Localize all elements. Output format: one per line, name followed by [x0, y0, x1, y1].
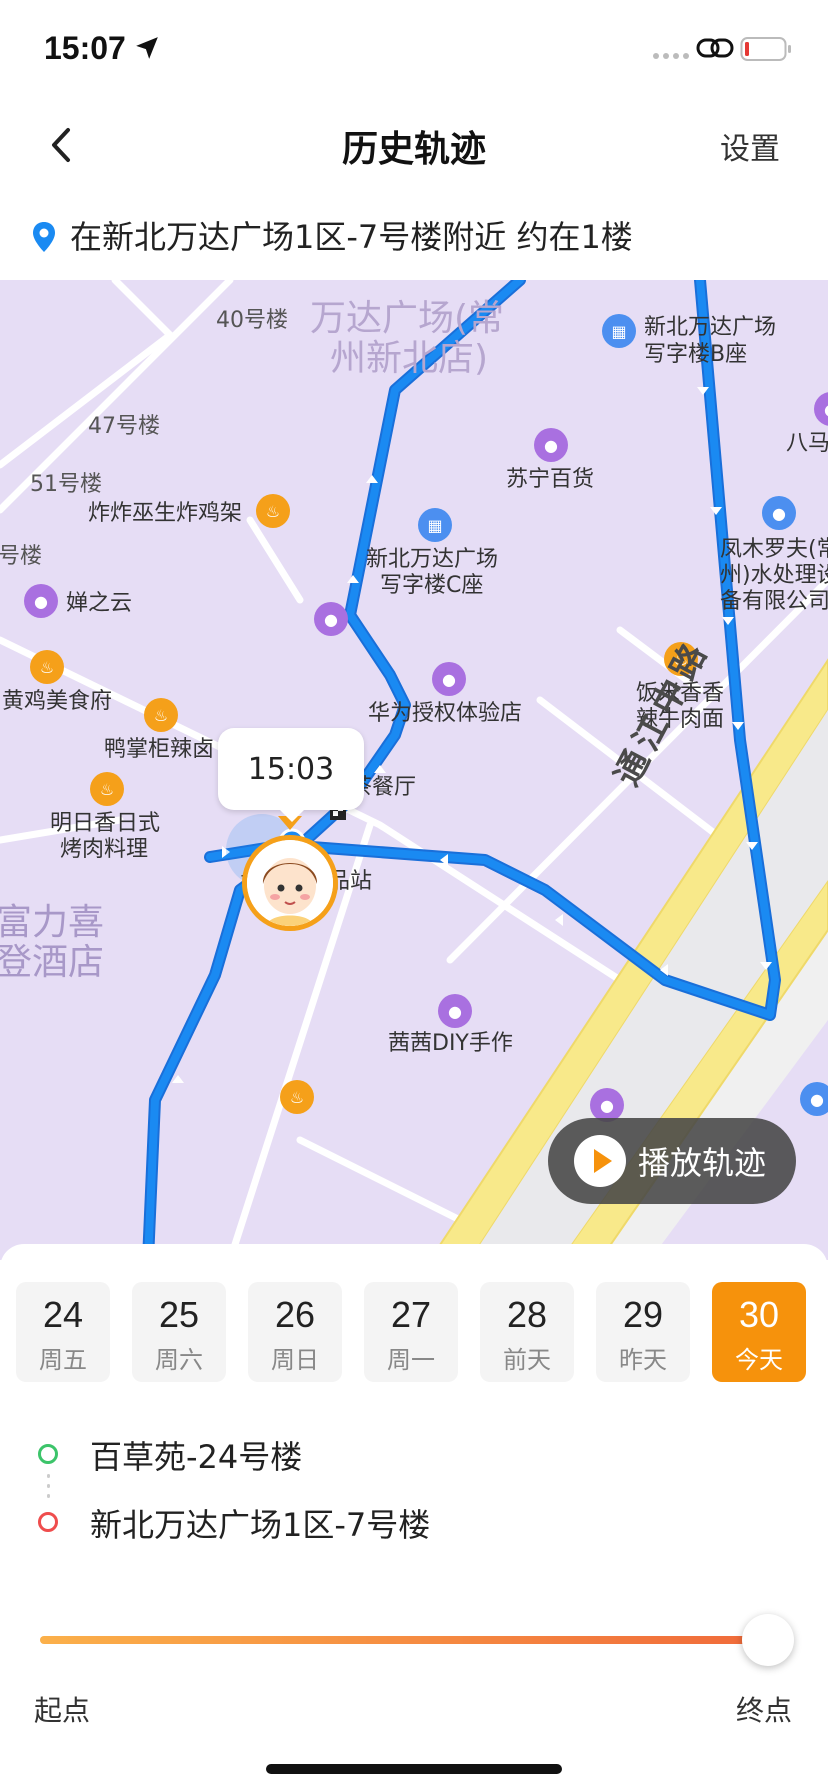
page-title: 历史轨迹	[341, 129, 486, 170]
map-label: 鸭掌柜辣卤	[104, 737, 215, 762]
noodle-icon[interactable]: ♨	[30, 650, 64, 684]
location-pin-icon	[33, 222, 55, 252]
location-text: 在新北万达广场1区-7号楼附近 约在1楼	[70, 218, 633, 256]
map-label: 47号楼	[88, 414, 160, 439]
play-track-button[interactable]: 播放轨迹	[548, 1118, 796, 1204]
end-point-icon	[38, 1512, 58, 1532]
settings-button[interactable]: 设置	[720, 124, 780, 168]
route-connector	[47, 1474, 50, 1478]
play-track-label: 播放轨迹	[638, 1144, 767, 1182]
date-tab[interactable]: 29 昨天	[596, 1282, 690, 1382]
map-view[interactable]: 40号楼 万达广场(常 州新北店) 47号楼 51号楼 号楼 ▦ 新北万达广场 …	[0, 280, 828, 1260]
date-weekday: 周六	[155, 1346, 203, 1374]
date-day: 28	[506, 1294, 548, 1335]
date-weekday: 周日	[271, 1346, 319, 1374]
office-icon[interactable]: ▦	[602, 314, 636, 348]
route-summary: 百草苑-24号楼 新北万达广场1区-7号楼	[38, 1424, 798, 1584]
date-weekday: 昨天	[619, 1346, 667, 1374]
route-connector	[47, 1494, 50, 1498]
start-point-icon	[38, 1444, 58, 1464]
status-time: 15:07	[44, 30, 126, 66]
slider-start-label: 起点	[34, 1694, 91, 1727]
map-label: 苏宁百货	[506, 467, 595, 492]
signal-icon	[653, 53, 689, 59]
play-icon	[574, 1135, 626, 1187]
time-bubble: 15:03	[218, 728, 364, 822]
restaurant-icon[interactable]: ♨	[280, 1080, 314, 1114]
slider-track[interactable]	[40, 1636, 790, 1644]
craft-shop-icon[interactable]: ●	[438, 994, 472, 1028]
date-tab[interactable]: 26 周日	[248, 1282, 342, 1382]
date-day: 26	[274, 1294, 316, 1335]
map-label: 40号楼	[216, 308, 288, 333]
date-day: 27	[390, 1294, 432, 1335]
date-weekday: 周五	[39, 1346, 87, 1374]
date-tab-active[interactable]: 30 今天	[712, 1282, 806, 1382]
date-day: 25	[158, 1294, 200, 1335]
date-tab[interactable]: 25 周六	[132, 1282, 226, 1382]
current-location: 在新北万达广场1区-7号楼附近 约在1楼	[0, 200, 828, 278]
office-icon[interactable]: ▦	[418, 508, 452, 542]
map-label: 明日香日式	[50, 811, 161, 836]
user-avatar[interactable]	[242, 835, 338, 931]
map-label: 八马	[786, 431, 828, 456]
battery-icon	[740, 37, 791, 61]
date-selector: 24 周五 25 周六 26 周日 27 周一 28 前天 29 昨天 30 今…	[16, 1282, 816, 1384]
slider-thumb[interactable]	[741, 1614, 794, 1666]
map-label: 新北万达广场	[366, 547, 499, 572]
date-day: 30	[738, 1294, 780, 1335]
shop-cart-icon[interactable]: ●	[314, 602, 348, 636]
date-tab[interactable]: 24 周五	[16, 1282, 110, 1382]
route-end: 新北万达广场1区-7号楼	[90, 1506, 431, 1544]
location-arrow-icon	[136, 37, 158, 59]
track-panel: 24 周五 25 周六 26 周日 27 周一 28 前天 29 昨天 30 今…	[0, 1244, 828, 1792]
shop-icon[interactable]: ●	[590, 1088, 624, 1122]
restaurant-icon[interactable]: ♨	[256, 494, 290, 528]
map-label: 茜茜DIY手作	[388, 1031, 513, 1056]
map-label: 婵之云	[66, 591, 133, 616]
map-label: 51号楼	[30, 472, 102, 497]
map-label: 登酒店	[0, 942, 105, 983]
map-label: 凤木罗夫(常	[720, 537, 828, 562]
map-label: 备有限公司	[720, 589, 828, 614]
link-icon	[696, 38, 734, 58]
map-label: 州新北店)	[330, 338, 489, 379]
nav-header: 历史轨迹 设置	[0, 100, 828, 190]
map-label: 新北万达广场	[644, 315, 777, 340]
shop-bag-icon[interactable]: ●	[534, 428, 568, 462]
slider-end-label: 终点	[735, 1694, 792, 1727]
map-label: 写字楼C座	[380, 573, 484, 598]
date-weekday: 今天	[735, 1346, 783, 1374]
map-label: 炸炸巫生炸鸡架	[88, 501, 243, 526]
map-label: 烤肉料理	[60, 837, 149, 862]
track-progress-slider[interactable]	[40, 1612, 794, 1672]
date-tab[interactable]: 27 周一	[364, 1282, 458, 1382]
date-weekday: 前天	[503, 1346, 551, 1374]
store-icon[interactable]: ●	[432, 662, 466, 696]
map-label: 黄鸡美食府	[2, 689, 113, 714]
restaurant-icon[interactable]: ♨	[144, 698, 178, 732]
shop-cart-icon[interactable]: ●	[24, 584, 58, 618]
date-tab[interactable]: 28 前天	[480, 1282, 574, 1382]
date-day: 24	[42, 1294, 84, 1335]
map-label: 州)水处理设	[720, 563, 828, 588]
home-indicator	[266, 1764, 562, 1774]
avatar-face-icon	[247, 840, 333, 926]
route-connector	[47, 1484, 50, 1488]
map-label: 号楼	[0, 544, 43, 569]
place-icon[interactable]: ●	[762, 496, 796, 530]
map-label: 万达广场(常	[310, 298, 505, 339]
status-bar: 15:07	[0, 0, 828, 100]
date-day: 29	[622, 1294, 664, 1335]
route-start: 百草苑-24号楼	[90, 1438, 303, 1476]
date-weekday: 周一	[387, 1346, 435, 1374]
map-label: 富力喜	[0, 902, 105, 943]
slider-fill	[40, 1636, 768, 1644]
map-label: 写字楼B座	[644, 342, 748, 367]
map-label: 华为授权体验店	[368, 701, 523, 726]
restaurant-icon[interactable]: ♨	[90, 772, 124, 806]
place-icon[interactable]: ●	[800, 1082, 828, 1116]
